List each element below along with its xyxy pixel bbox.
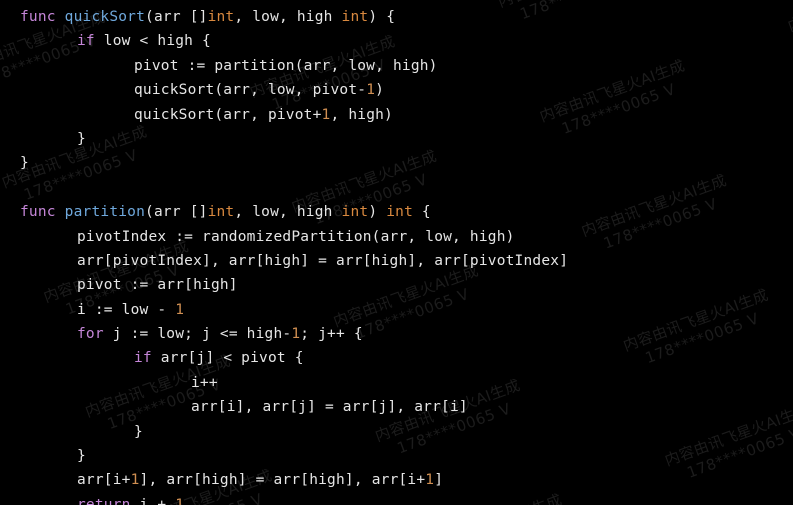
- code-token-txt: low < high {: [94, 33, 211, 50]
- code-token-type: int: [341, 204, 369, 221]
- code-block[interactable]: func quickSort(arr []int, low, high int)…: [0, 0, 793, 505]
- code-token-fn: quickSort: [64, 9, 146, 25]
- code-token-txt: (arr []: [145, 9, 208, 25]
- code-token-txt: quickSort(arr, pivot+: [134, 106, 322, 123]
- code-token-kw: if: [77, 33, 95, 50]
- code-token-txt: pivot := arr[high]: [77, 277, 238, 294]
- code-line[interactable]: return i + 1: [0, 493, 793, 505]
- code-token-txt: ], arr[high] = arr[high], arr[i+: [139, 472, 426, 489]
- code-token-txt: arr[i+: [77, 472, 131, 489]
- code-line[interactable]: pivot := arr[high]: [0, 273, 793, 297]
- code-line[interactable]: }: [0, 444, 793, 468]
- code-line[interactable]: i := low - 1: [0, 298, 793, 322]
- code-token-txt: i +: [130, 496, 176, 505]
- code-line[interactable]: arr[i+1], arr[high] = arr[high], arr[i+1…: [0, 468, 793, 492]
- code-token-kw: for: [77, 326, 104, 343]
- code-token-kw: func: [20, 9, 56, 25]
- code-token-txt: , low, high: [234, 204, 342, 221]
- code-line[interactable]: func quickSort(arr []int, low, high int)…: [0, 5, 793, 29]
- code-line[interactable]: quickSort(arr, low, pivot-1): [0, 78, 793, 102]
- code-token-txt: }: [77, 448, 86, 465]
- code-token-txt: }: [77, 130, 86, 147]
- code-line[interactable]: quickSort(arr, pivot+1, high): [0, 103, 793, 127]
- code-token-txt: , high): [330, 106, 393, 123]
- code-token-txt: arr[pivotIndex], arr[high] = arr[high], …: [77, 252, 569, 269]
- code-token-txt: ]: [434, 472, 444, 489]
- code-token-txt: }: [134, 423, 143, 440]
- code-token-num: 1: [175, 496, 185, 505]
- code-token-txt: , low, high: [234, 9, 342, 25]
- code-line[interactable]: }: [0, 151, 793, 175]
- code-token-txt: ) {: [368, 9, 396, 25]
- code-token-txt: {: [413, 204, 431, 221]
- code-token-kw: return: [77, 496, 131, 505]
- code-token-kw: func: [20, 204, 56, 221]
- code-token-num: 1: [366, 82, 376, 99]
- code-screenshot: 内容由讯飞星火AI生成 178****0065 V 内容由讯飞星火AI生成 178**…: [0, 0, 793, 505]
- code-line[interactable]: for j := low; j <= high-1; j++ {: [0, 322, 793, 346]
- code-line[interactable]: i++: [0, 371, 793, 395]
- code-token-type: int: [341, 9, 369, 25]
- code-token-txt: ): [368, 204, 387, 221]
- code-line[interactable]: if arr[j] < pivot {: [0, 346, 793, 370]
- code-token-txt: arr[i], arr[j] = arr[j], arr[i]: [191, 399, 468, 416]
- code-line[interactable]: pivot := partition(arr, low, high): [0, 54, 793, 78]
- code-token-fn: partition: [64, 204, 146, 221]
- code-token-type: int: [207, 204, 235, 221]
- code-line[interactable]: func partition(arr []int, low, high int)…: [0, 200, 793, 224]
- code-token-num: 1: [130, 472, 140, 489]
- code-token-txt: j := low; j <= high-: [103, 326, 292, 343]
- code-token-txt: pivot := partition(arr, low, high): [134, 57, 438, 74]
- code-line[interactable]: if low < high {: [0, 29, 793, 53]
- code-token-txt: i++: [191, 374, 218, 391]
- code-token-num: 1: [425, 472, 435, 489]
- code-line[interactable]: }: [0, 127, 793, 151]
- code-token-txt: quickSort(arr, low, pivot-: [134, 82, 367, 99]
- code-token-txt: ): [375, 82, 385, 99]
- code-line[interactable]: arr[i], arr[j] = arr[j], arr[i]: [0, 395, 793, 419]
- code-token-txt: arr[j] < pivot {: [151, 350, 304, 367]
- code-token-num: 1: [175, 301, 185, 318]
- code-token-txt: (arr []: [145, 204, 208, 221]
- code-token-txt: }: [20, 155, 29, 172]
- code-token-type: int: [207, 9, 235, 25]
- code-token-txt: i := low -: [77, 301, 176, 318]
- code-token-txt: ; j++ {: [300, 326, 363, 343]
- code-token-type: int: [386, 204, 413, 221]
- code-token-kw: if: [134, 350, 152, 367]
- code-line[interactable]: }: [0, 420, 793, 444]
- code-token-num: 1: [291, 326, 301, 343]
- code-line[interactable]: arr[pivotIndex], arr[high] = arr[high], …: [0, 249, 793, 273]
- code-token-txt: pivotIndex := randomizedPartition(arr, l…: [77, 228, 515, 245]
- code-line[interactable]: pivotIndex := randomizedPartition(arr, l…: [0, 225, 793, 249]
